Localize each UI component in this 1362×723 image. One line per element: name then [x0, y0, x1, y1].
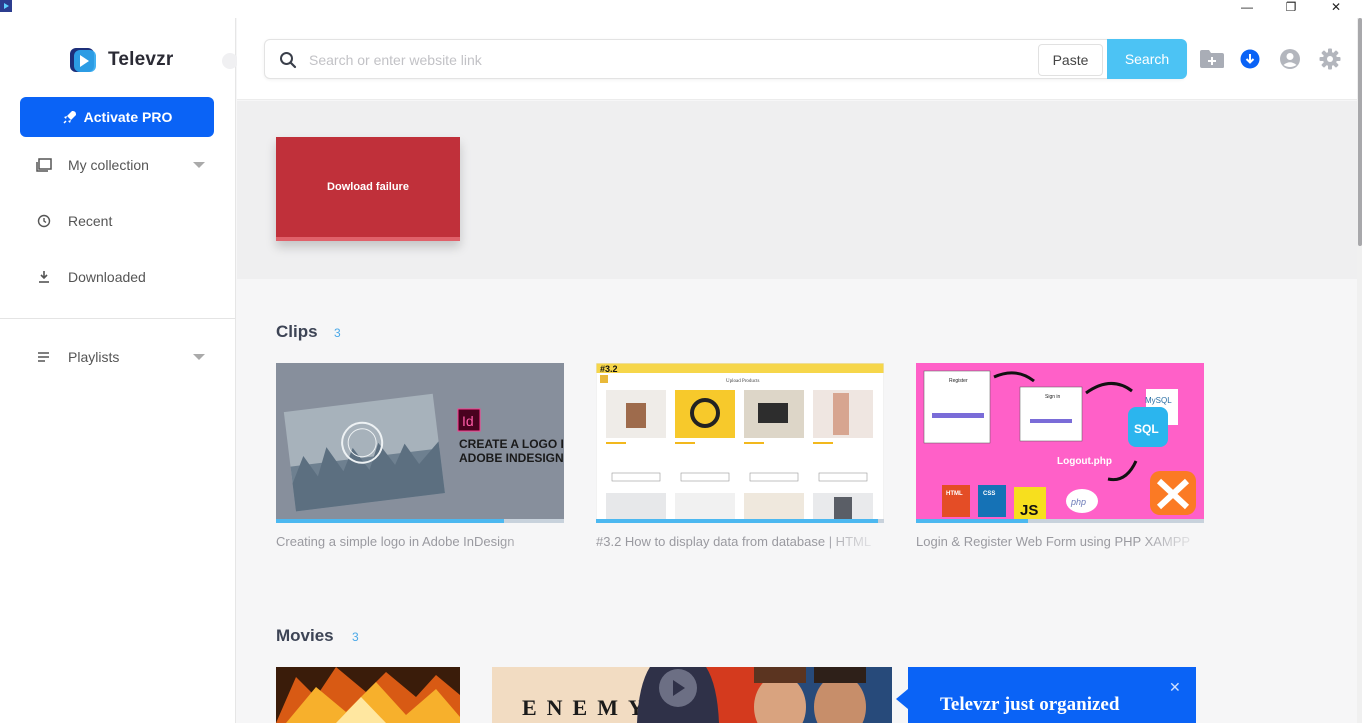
clip-3-js: JS — [1020, 502, 1038, 519]
clip-3-sql: SQL — [1134, 422, 1159, 436]
toast-pointer — [896, 689, 908, 709]
clip-card-1[interactable]: Id CREATE A LOGO IN ADOBE INDESIGN — [276, 363, 564, 523]
sidebar-item-playlists[interactable]: Playlists — [0, 339, 235, 375]
close-window-button[interactable]: ✕ — [1316, 0, 1356, 14]
restore-button[interactable]: ❐ — [1271, 0, 1311, 14]
collection-icon — [36, 157, 52, 173]
chevron-down-icon — [193, 162, 205, 168]
movies-count: 3 — [352, 630, 359, 644]
download-failure-card[interactable]: Dowload failure — [276, 137, 460, 241]
downloads-icon[interactable] — [1237, 47, 1263, 71]
clip-thumbnail-3: Register Sign in MySQL SQL Logout.php HT… — [916, 363, 1204, 523]
movie-card-2[interactable]: ENEMY — [492, 667, 892, 723]
sidebar-item-recent[interactable]: Recent — [0, 203, 235, 239]
brand: Televzr — [68, 46, 173, 74]
collapse-sidebar-handle[interactable] — [222, 53, 238, 69]
clip-3-css: CSS — [983, 491, 995, 497]
sidebar-item-label: Recent — [68, 213, 113, 229]
clip-3-php: php — [1070, 497, 1086, 507]
download-failure-area: Dowload failure — [237, 101, 1357, 279]
history-icon — [36, 213, 52, 229]
sidebar: Televzr Activate PRO My collection Recen… — [0, 18, 238, 723]
clip-3-mysql: MySQL — [1145, 396, 1172, 405]
top-bar: Paste Search — [237, 18, 1362, 100]
search-button[interactable]: Search — [1107, 39, 1187, 79]
clip-thumbnail-2: #3.2 Upload Products — [596, 363, 884, 523]
clip-thumbnail-1: Id CREATE A LOGO IN ADOBE INDESIGN — [276, 363, 564, 523]
activate-pro-button[interactable]: Activate PRO — [20, 97, 214, 137]
clip-1-badge: Id — [462, 413, 474, 429]
notification-toast: Televzr just organized ✕ — [896, 667, 1196, 723]
clip-3-html: HTML — [946, 491, 963, 497]
movie-2-title: ENEMY — [522, 695, 654, 720]
search-input[interactable] — [309, 48, 1029, 72]
download-icon — [36, 269, 52, 285]
sidebar-item-label: Downloaded — [68, 269, 146, 285]
clip-3-signin: Sign in — [1045, 394, 1061, 400]
activate-pro-label: Activate PRO — [83, 109, 173, 125]
clip-caption-2[interactable]: #3.2 How to display data from database |… — [596, 534, 884, 549]
clip-1-title-line2: ADOBE INDESIGN — [459, 451, 564, 465]
rocket-icon — [63, 111, 76, 124]
clip-card-2[interactable]: #3.2 Upload Products — [596, 363, 884, 523]
movie-card-1[interactable] — [276, 667, 460, 723]
movies-section-title: Movies — [276, 626, 334, 645]
chevron-down-icon — [193, 354, 205, 360]
toast-message: Televzr just organized — [940, 694, 1120, 715]
sidebar-item-label: Playlists — [68, 349, 120, 365]
clip-2-tag: #3.2 — [600, 364, 618, 374]
clips-section-title: Clips — [276, 322, 318, 341]
clip-1-title-line1: CREATE A LOGO IN — [459, 437, 564, 451]
clip-3-register: Register — [949, 378, 968, 384]
sidebar-item-my-collection[interactable]: My collection — [0, 147, 235, 183]
sidebar-item-label: My collection — [68, 157, 149, 173]
clip-2-nav: Upload Products — [726, 379, 760, 384]
paste-button[interactable]: Paste — [1038, 44, 1103, 76]
clip-3-logout: Logout.php — [1057, 456, 1112, 467]
app-mini-icon — [0, 0, 12, 12]
clip-caption-3[interactable]: Login & Register Web Form using PHP XAMP… — [916, 534, 1204, 549]
scrollbar-thumb[interactable] — [1358, 18, 1362, 246]
clip-progress-bar — [596, 519, 879, 523]
window-titlebar: — ❐ ✕ — [0, 0, 1362, 18]
search-icon — [280, 52, 297, 69]
clip-caption-1[interactable]: Creating a simple logo in Adobe InDesign — [276, 534, 564, 549]
sidebar-divider — [0, 318, 235, 319]
clips-count: 3 — [334, 326, 341, 340]
minimize-button[interactable]: — — [1227, 0, 1267, 14]
close-icon[interactable]: ✕ — [1169, 679, 1181, 696]
download-failure-label: Dowload failure — [327, 181, 409, 193]
televzr-logo-icon — [70, 48, 96, 72]
playlist-icon — [36, 349, 52, 365]
settings-icon[interactable] — [1317, 47, 1343, 71]
clip-progress-bar — [916, 519, 1029, 523]
search-bar: Paste Search — [264, 39, 1187, 79]
clip-progress-bar — [276, 519, 504, 523]
movie-thumbnail-2: ENEMY — [492, 667, 892, 723]
clip-card-3[interactable]: Register Sign in MySQL SQL Logout.php HT… — [916, 363, 1204, 523]
add-folder-icon[interactable] — [1199, 47, 1225, 71]
sidebar-item-downloaded[interactable]: Downloaded — [0, 259, 235, 295]
account-icon[interactable] — [1277, 47, 1303, 71]
movie-thumbnail-1 — [276, 667, 460, 723]
app-name: Televzr — [108, 49, 174, 70]
